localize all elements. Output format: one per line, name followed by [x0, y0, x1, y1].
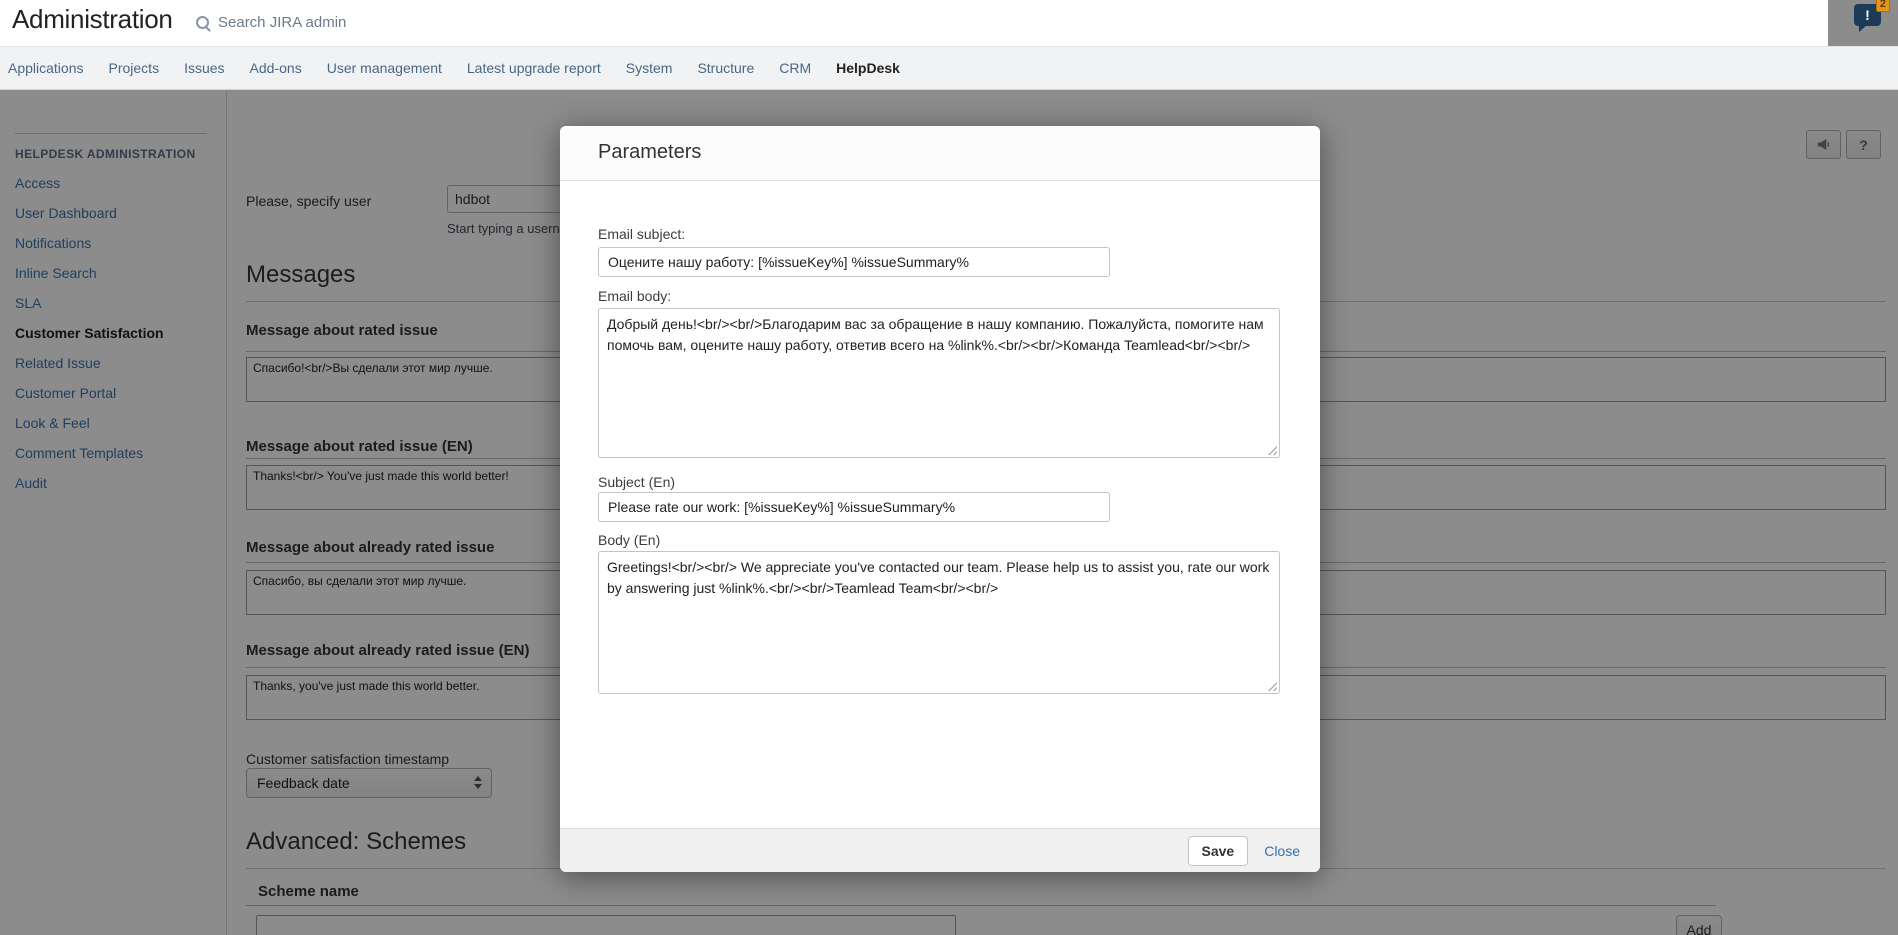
email-body-label: Email body:: [598, 288, 671, 304]
close-button[interactable]: Close: [1264, 843, 1300, 859]
subject-en-label: Subject (En): [598, 474, 675, 490]
admin-navbar: Applications Projects Issues Add-ons Use…: [0, 46, 1898, 90]
nav-item-latest-upgrade-report[interactable]: Latest upgrade report: [467, 60, 601, 76]
dialog-footer: Save Close: [560, 828, 1320, 872]
app-window: Administration Applications Projects Iss…: [0, 0, 1898, 935]
search-input[interactable]: [216, 13, 450, 32]
save-button[interactable]: Save: [1188, 836, 1249, 866]
nav-item-issues[interactable]: Issues: [184, 60, 224, 76]
exclamation-glyph: !: [1865, 7, 1870, 23]
page-title: Administration: [12, 4, 173, 35]
email-subject-label: Email subject:: [598, 226, 685, 242]
notification-bubble-icon: ! 2: [1854, 4, 1881, 26]
nav-item-user-management[interactable]: User management: [327, 60, 442, 76]
nav-item-system[interactable]: System: [626, 60, 673, 76]
dialog-header: Parameters: [560, 126, 1320, 181]
email-body-textarea[interactable]: [598, 308, 1280, 458]
nav-item-helpdesk[interactable]: HelpDesk: [836, 60, 900, 76]
admin-quicksearch: [196, 13, 450, 32]
parameters-dialog: Parameters Email subject: Email body: Su…: [560, 126, 1320, 872]
dialog-title: Parameters: [598, 141, 701, 164]
nav-item-add-ons[interactable]: Add-ons: [250, 60, 302, 76]
nav-item-crm[interactable]: CRM: [779, 60, 811, 76]
header: Administration: [0, 0, 1898, 46]
nav-item-projects[interactable]: Projects: [109, 60, 160, 76]
nav-item-structure[interactable]: Structure: [697, 60, 754, 76]
search-icon: [196, 16, 209, 29]
body-en-textarea[interactable]: [598, 551, 1280, 694]
subject-en-input[interactable]: [598, 492, 1110, 522]
body-en-label: Body (En): [598, 532, 660, 548]
notification-widget[interactable]: ! 2: [1854, 4, 1881, 26]
nav-item-applications[interactable]: Applications: [8, 60, 84, 76]
email-subject-input[interactable]: [598, 247, 1110, 277]
notification-count-badge: 2: [1876, 0, 1890, 12]
